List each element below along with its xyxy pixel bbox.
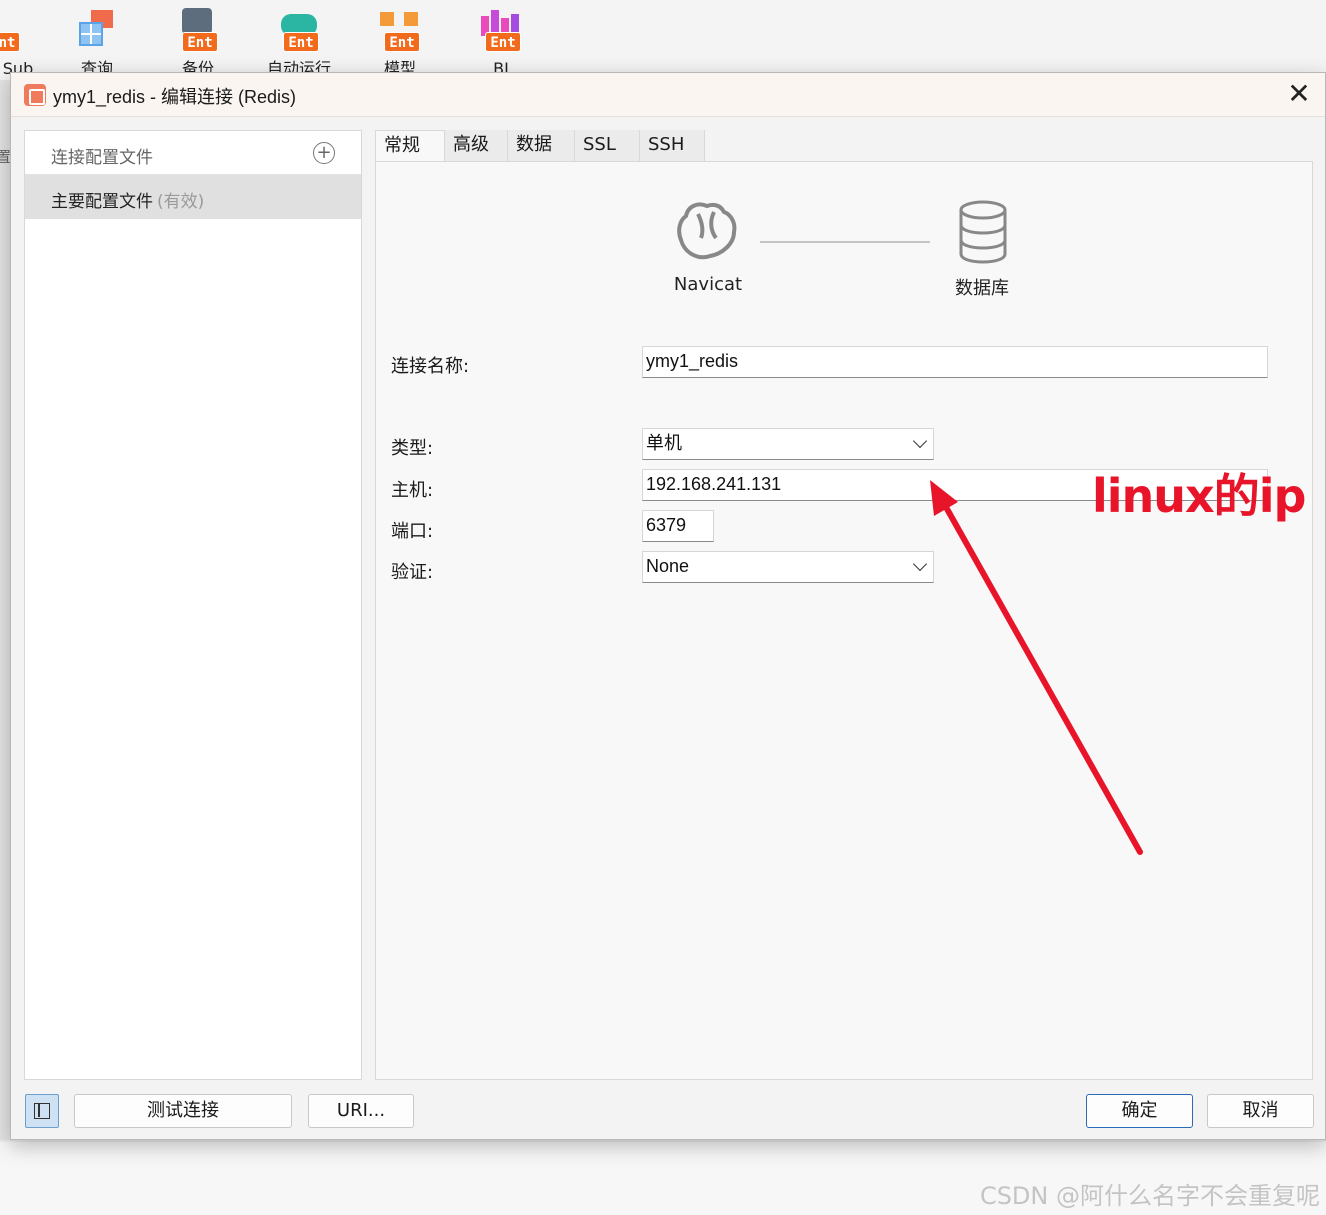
toolbar-item-backup[interactable]: Ent 备份: [158, 6, 238, 80]
test-connection-button[interactable]: 测试连接: [74, 1094, 292, 1128]
port-input[interactable]: 6379: [642, 510, 714, 542]
auth-select-value: None: [646, 556, 690, 576]
uri-button[interactable]: URI...: [308, 1094, 414, 1128]
pubsub-icon: nt: [0, 8, 20, 52]
edit-connection-dialog: ymy1_redis - 编辑连接 (Redis) ✕ 连接配置文件 + 主要配…: [10, 72, 1326, 1140]
ent-badge: nt: [0, 32, 20, 52]
type-label: 类型:: [391, 438, 434, 459]
tab-databases[interactable]: 数据库: [508, 130, 575, 185]
database-icon: [959, 200, 1007, 264]
sidebar-icon: [34, 1103, 50, 1119]
chevron-down-icon: [912, 433, 928, 449]
ok-button[interactable]: 确定: [1086, 1094, 1193, 1128]
type-select-value: 单机: [646, 433, 682, 453]
tab-bar: 常规 高级 数据库 SSL SSH: [375, 130, 705, 185]
add-profile-icon[interactable]: +: [313, 142, 335, 164]
port-label: 端口:: [391, 521, 434, 542]
navicat-label: Navicat: [673, 274, 743, 295]
auth-select[interactable]: None: [642, 551, 934, 583]
dialog-title: ymy1_redis - 编辑连接 (Redis): [53, 87, 297, 107]
general-tab-content: Navicat 数据库 连接名称: ymy1_redis 类型: 单机 主机: …: [375, 161, 1313, 1080]
ent-badge: Ent: [485, 32, 521, 52]
toolbar-item-automation[interactable]: Ent 自动运行: [259, 6, 339, 80]
redis-icon: [24, 84, 46, 106]
toggle-profiles-panel-button[interactable]: [25, 1094, 59, 1128]
annotation-label: linux的ip: [1092, 469, 1306, 523]
backup-icon: Ent: [178, 8, 218, 52]
model-icon: Ent: [380, 8, 420, 52]
ent-badge: Ent: [384, 32, 420, 52]
toolbar-item-pubsub[interactable]: nt Sub: [0, 6, 40, 80]
auth-label: 验证:: [391, 562, 434, 583]
connection-name-label: 连接名称:: [391, 356, 470, 377]
profile-item-status: (有效): [157, 192, 205, 212]
cancel-button[interactable]: 取消: [1207, 1094, 1314, 1128]
query-icon: [79, 10, 113, 46]
toolbar-item-bi[interactable]: Ent BI: [461, 6, 541, 80]
tab-ssl[interactable]: SSL: [575, 130, 640, 161]
navicat-icon: [677, 202, 737, 260]
profiles-header: 连接配置文件 +: [25, 131, 361, 175]
host-label: 主机:: [391, 480, 434, 501]
connection-line: [760, 241, 930, 243]
background-toolbar: nt Sub 查询 Ent 备份 Ent 自动运行 Ent 模型 Ent BI: [0, 0, 1326, 80]
chevron-down-icon: [912, 556, 928, 572]
toolbar-item-model[interactable]: Ent 模型: [360, 6, 440, 80]
type-select[interactable]: 单机: [642, 428, 934, 460]
profile-item-text: 主要配置文件 (有效): [51, 187, 204, 212]
connection-name-input[interactable]: ymy1_redis: [642, 346, 1268, 378]
tab-ssh[interactable]: SSH: [640, 130, 705, 161]
bi-icon: Ent: [481, 8, 521, 52]
database-label: 数据库: [955, 278, 1009, 299]
tab-advanced[interactable]: 高级: [445, 130, 508, 161]
watermark: CSDN @阿什么名字不会重复呢: [979, 1182, 1320, 1210]
profile-item-main[interactable]: 主要配置文件 (有效): [25, 175, 361, 219]
toolbar-item-query[interactable]: 查询: [57, 6, 137, 80]
connection-profiles-panel: 连接配置文件 + 主要配置文件 (有效): [24, 130, 362, 1080]
dialog-titlebar[interactable]: ymy1_redis - 编辑连接 (Redis) ✕: [11, 73, 1325, 117]
ent-badge: Ent: [283, 32, 319, 52]
ent-badge: Ent: [182, 32, 218, 52]
close-button[interactable]: ✕: [1283, 79, 1315, 111]
profile-item-label: 主要配置文件: [51, 192, 153, 212]
profiles-header-label: 连接配置文件: [51, 148, 153, 168]
automation-icon: Ent: [279, 8, 319, 52]
tab-general[interactable]: 常规: [375, 130, 445, 161]
